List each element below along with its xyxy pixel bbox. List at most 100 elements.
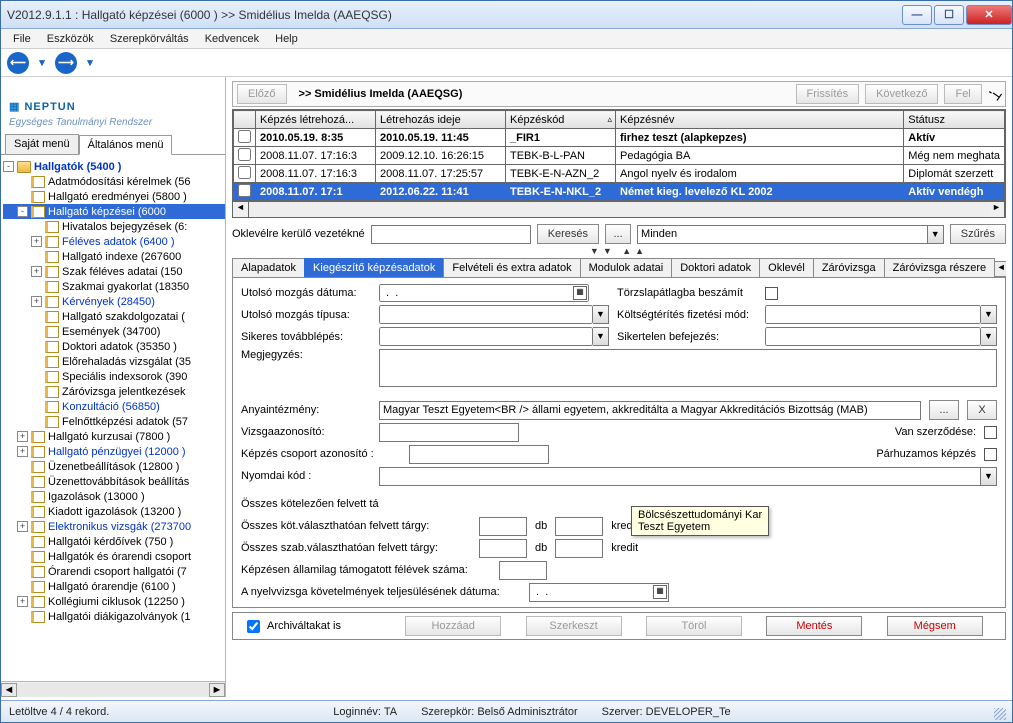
nyomdai-select[interactable] <box>379 467 981 486</box>
grid-header[interactable] <box>234 111 256 129</box>
dropdown-icon[interactable]: ▼ <box>981 327 997 346</box>
navigation-tree[interactable]: -Hallgatók (5400 ) Adatmódosítási kérelm… <box>1 154 225 681</box>
add-button[interactable]: Hozzáad <box>405 616 501 636</box>
van-szerz-checkbox[interactable] <box>984 426 997 439</box>
detail-tab[interactable]: Oklevél <box>759 258 814 277</box>
tree-item[interactable]: Záróvizsga jelentkezések <box>3 384 225 399</box>
last-move-date-input[interactable] <box>379 284 589 302</box>
tree-item[interactable]: Hallgató eredményei (5800 ) <box>3 189 225 204</box>
cancel-button[interactable]: Mégsem <box>887 616 983 636</box>
tree-expander-icon[interactable] <box>31 386 42 397</box>
szab-val-kredit-input[interactable] <box>555 539 603 558</box>
tree-item[interactable]: +Hallgató pénzügyei (12000 ) <box>3 444 225 459</box>
tree-expander-icon[interactable] <box>31 221 42 232</box>
tree-item[interactable]: +Elektronikus vizsgák (273700 <box>3 519 225 534</box>
tree-expander-icon[interactable] <box>17 611 28 622</box>
row-checkbox[interactable] <box>238 130 251 143</box>
tree-item[interactable]: Igazolások (13000 ) <box>3 489 225 504</box>
tree-expander-icon[interactable]: + <box>31 266 42 277</box>
tree-expander-icon[interactable]: + <box>17 446 28 457</box>
kts-select[interactable] <box>765 305 981 324</box>
tree-expander-icon[interactable] <box>31 251 42 262</box>
edit-button[interactable]: Szerkeszt <box>526 616 622 636</box>
menu-role[interactable]: Szerepkörváltás <box>102 31 197 47</box>
resize-grip-icon[interactable] <box>994 708 1006 720</box>
tree-expander-icon[interactable] <box>31 326 42 337</box>
table-row[interactable]: 2008.11.07. 17:12012.06.22. 11:41TEBK-E-… <box>234 183 1005 201</box>
anyaint-input[interactable] <box>379 401 921 420</box>
tree-item[interactable]: Doktori adatok (35350 ) <box>3 339 225 354</box>
row-checkbox[interactable] <box>238 166 251 179</box>
tree-item[interactable]: Konzultáció (56850) <box>3 399 225 414</box>
tree-item[interactable]: Hallgatók és órarendi csoport <box>3 549 225 564</box>
pin-icon[interactable]: -⊣ <box>985 85 1003 103</box>
tree-expander-icon[interactable]: + <box>31 296 42 307</box>
tree-expander-icon[interactable] <box>17 491 28 502</box>
parhuzamos-checkbox[interactable] <box>984 448 997 461</box>
tree-expander-icon[interactable]: + <box>31 236 42 247</box>
refresh-button[interactable]: Frissítés <box>796 84 860 104</box>
last-move-type-select[interactable] <box>379 305 593 324</box>
tree-expander-icon[interactable] <box>17 176 28 187</box>
tree-expander-icon[interactable] <box>17 551 28 562</box>
tree-expander-icon[interactable] <box>17 506 28 517</box>
detail-tab[interactable]: Felvételi és extra adatok <box>443 258 580 277</box>
tree-item[interactable]: +Kérvények (28450) <box>3 294 225 309</box>
tree-expander-icon[interactable] <box>17 581 28 592</box>
grid-header[interactable]: Státusz <box>904 111 1005 129</box>
tree-expander-icon[interactable] <box>17 476 28 487</box>
detail-tab[interactable]: Alapadatok <box>232 258 305 277</box>
search-input[interactable] <box>371 225 531 244</box>
tree-item[interactable]: Hallgatói kérdőívek (750 ) <box>3 534 225 549</box>
tab-own-menu[interactable]: Saját menü <box>5 134 79 154</box>
tree-item[interactable]: Adatmódosítási kérelmek (56 <box>3 174 225 189</box>
dropdown-icon[interactable]: ▼ <box>981 305 997 324</box>
scroll-right-icon[interactable]: ► <box>209 683 225 697</box>
tree-item[interactable]: +Hallgató kurzusai (7800 ) <box>3 429 225 444</box>
tree-item[interactable]: -Hallgató képzései (6000 <box>3 204 225 219</box>
tree-item[interactable]: Hallgató szakdolgozatai ( <box>3 309 225 324</box>
delete-button[interactable]: Töröl <box>646 616 742 636</box>
tree-item[interactable]: Hallgatói diákigazolványok (1 <box>3 609 225 624</box>
up-button[interactable]: Fel <box>944 84 981 104</box>
tree-expander-icon[interactable] <box>17 566 28 577</box>
search-more-button[interactable]: ... <box>605 224 631 244</box>
tree-item[interactable]: +Kollégiumi ciklusok (12250 ) <box>3 594 225 609</box>
dropdown-icon[interactable]: ▼ <box>981 467 997 486</box>
menu-tools[interactable]: Eszközök <box>39 31 102 47</box>
archived-checkbox[interactable] <box>247 620 260 633</box>
window-minimize-button[interactable]: — <box>902 5 932 25</box>
allami-input[interactable] <box>499 561 547 580</box>
grid-header[interactable]: Létrehozás ideje <box>376 111 506 129</box>
tree-item[interactable]: -Hallgatók (5400 ) <box>3 159 225 174</box>
search-button[interactable]: Keresés <box>537 224 599 244</box>
tree-item[interactable]: Speciális indexsorok (390 <box>3 369 225 384</box>
tree-expander-icon[interactable]: + <box>17 431 28 442</box>
tree-item[interactable]: Üzenettovábbítások beállítás <box>3 474 225 489</box>
tree-item[interactable]: Szakmai gyakorlat (18350 <box>3 279 225 294</box>
row-checkbox[interactable] <box>238 148 251 161</box>
tree-expander-icon[interactable] <box>17 461 28 472</box>
table-row[interactable]: 2008.11.07. 17:16:32008.11.07. 17:25:57T… <box>234 165 1005 183</box>
tree-item[interactable]: Előrehaladás vizsgálat (35 <box>3 354 225 369</box>
tree-expander-icon[interactable]: - <box>17 206 28 217</box>
dropdown-icon[interactable]: ▼ <box>593 305 609 324</box>
nav-back-button[interactable]: ⟵ <box>7 52 29 74</box>
filter-button[interactable]: Szűrés <box>950 224 1006 244</box>
detail-tab[interactable]: Záróvizsga részere <box>884 258 996 277</box>
kot-val-db-input[interactable] <box>479 517 527 536</box>
trainings-grid[interactable]: Képzés létrehozá...Létrehozás idejeKépzé… <box>232 109 1006 202</box>
calendar-icon[interactable]: ▦ <box>653 585 667 599</box>
nyelvv-date-input[interactable] <box>529 583 669 602</box>
window-close-button[interactable]: ✕ <box>966 5 1012 25</box>
menu-file[interactable]: File <box>5 31 39 47</box>
tree-item[interactable]: Órarendi csoport hallgatói (7 <box>3 564 225 579</box>
tree-expander-icon[interactable] <box>31 371 42 382</box>
sikeres-select[interactable] <box>379 327 593 346</box>
table-row[interactable]: 2008.11.07. 17:16:32009.12.10. 16:26:15T… <box>234 147 1005 165</box>
grid-header[interactable]: Képzéskód <box>506 111 616 129</box>
tree-item[interactable]: Felnőttképzési adatok (57 <box>3 414 225 429</box>
detail-tab[interactable]: Doktori adatok <box>671 258 760 277</box>
tree-expander-icon[interactable] <box>31 356 42 367</box>
tab-scroll-icon[interactable]: ◄ <box>994 261 1006 277</box>
